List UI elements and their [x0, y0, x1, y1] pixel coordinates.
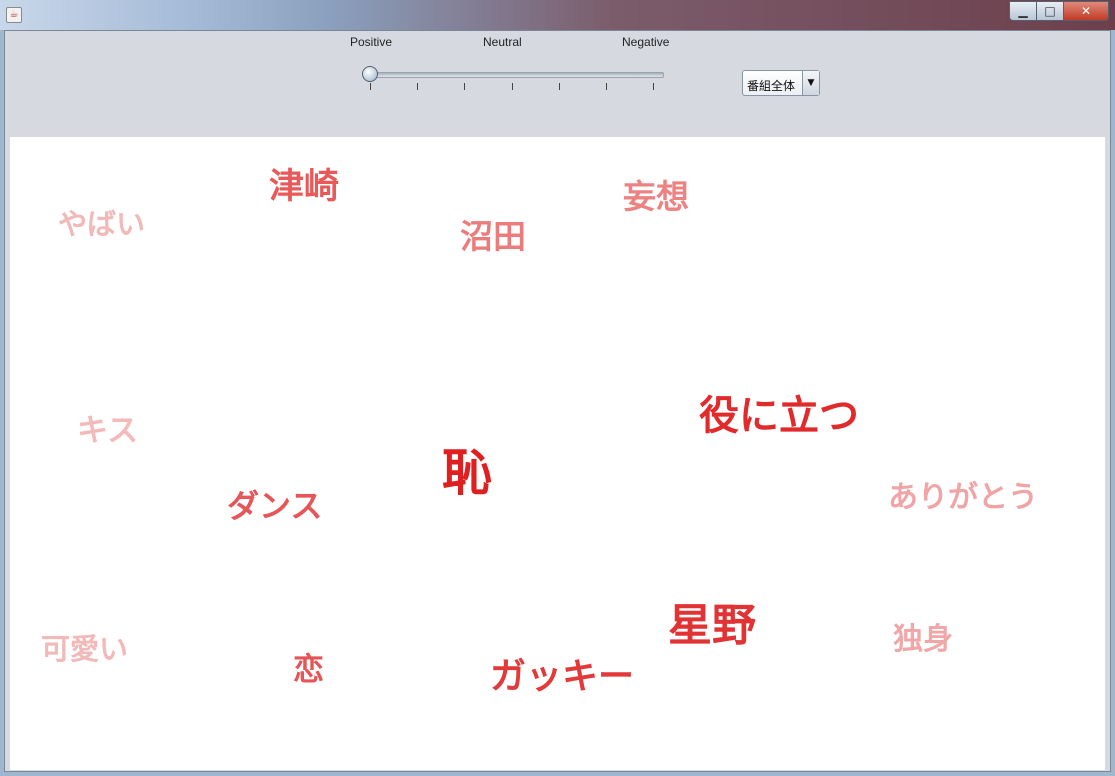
- toolbar: Positive Neutral Negative 番組全体 ▼: [5, 31, 1110, 137]
- word-yakunitatsu[interactable]: 役に立つ: [699, 396, 859, 436]
- scope-dropdown-value: 番組全体: [747, 79, 796, 93]
- slider-label-neutral: Neutral: [483, 35, 522, 49]
- slider-tick: [559, 83, 560, 90]
- slider-tick: [417, 83, 418, 90]
- word-haji[interactable]: 恥: [442, 448, 492, 498]
- word-dansu[interactable]: ダンス: [227, 490, 322, 522]
- word-arigatou[interactable]: ありがとう: [888, 483, 1038, 513]
- word-gakki[interactable]: ガッキー: [490, 659, 634, 695]
- slider-tick: [606, 83, 607, 90]
- word-mousou[interactable]: 妄想: [623, 180, 689, 213]
- dropdown-arrow-icon[interactable]: ▼: [802, 71, 819, 95]
- word-numata[interactable]: 沼田: [460, 220, 526, 253]
- slider-tick: [512, 83, 513, 90]
- java-icon[interactable]: ☕: [6, 7, 22, 23]
- word-yabai[interactable]: やばい: [58, 210, 145, 239]
- title-bar[interactable]: ☕ ▁ □ ✕: [0, 0, 1115, 30]
- sentiment-slider-thumb[interactable]: [362, 66, 378, 82]
- slider-tick: [370, 83, 371, 90]
- word-cloud-canvas: やばい 津崎 沼田 妄想 キス 役に立つ 恥 ダンス ありがとう 可愛い 恋 ガ…: [10, 137, 1105, 770]
- scope-dropdown[interactable]: 番組全体 ▼: [742, 70, 820, 96]
- word-koi[interactable]: 恋: [293, 655, 324, 686]
- maximize-button[interactable]: □: [1036, 1, 1064, 21]
- slider-label-negative: Negative: [622, 35, 670, 49]
- slider-tick: [653, 83, 654, 90]
- word-tsuzaki[interactable]: 津崎: [269, 170, 339, 205]
- close-button[interactable]: ✕: [1063, 1, 1109, 21]
- window-controls: ▁ □ ✕: [1009, 1, 1109, 21]
- app-client-area: Positive Neutral Negative 番組全体 ▼ やばい 津崎 …: [4, 30, 1111, 772]
- word-dokushin[interactable]: 独身: [893, 625, 953, 655]
- word-kisu[interactable]: キス: [77, 416, 138, 447]
- word-hoshino[interactable]: 星野: [668, 604, 756, 648]
- slider-tick: [464, 83, 465, 90]
- word-kawaii[interactable]: 可愛い: [41, 635, 128, 664]
- slider-label-positive: Positive: [350, 35, 393, 49]
- sentiment-slider-track[interactable]: [369, 72, 664, 78]
- minimize-button[interactable]: ▁: [1009, 1, 1037, 21]
